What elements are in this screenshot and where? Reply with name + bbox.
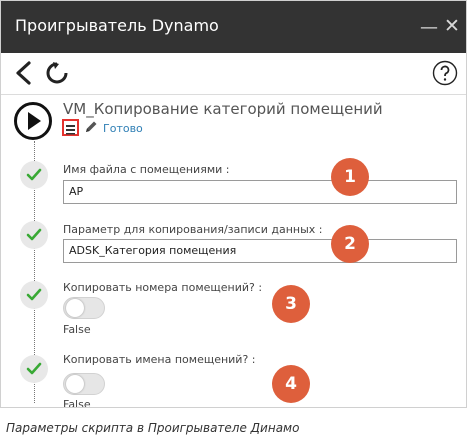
script-status: Готово [103, 122, 143, 135]
copy-room-numbers-toggle[interactable] [63, 297, 105, 319]
callout-badge: 4 [272, 365, 310, 403]
play-icon[interactable] [13, 101, 53, 145]
check-icon [20, 355, 48, 383]
back-chevron-icon[interactable] [12, 60, 36, 90]
window-title: Проигрыватель Dynamo [15, 16, 219, 35]
script-details-icon[interactable] [62, 119, 79, 136]
figure-caption: Параметры скрипта в Проигрывателе Динамо [6, 421, 300, 435]
parameter-name-input[interactable]: ADSK_Категория помещения [63, 239, 457, 263]
parameter-label: Копировать номера помещений? : [63, 281, 263, 294]
callout-badge: 3 [272, 285, 310, 323]
toolbar [1, 53, 466, 95]
callout-badge: 2 [331, 225, 369, 263]
toggle-value: False [63, 398, 91, 408]
parameter-label: Имя файла с помещениями : [63, 163, 230, 176]
check-icon [20, 161, 48, 189]
help-icon[interactable] [432, 60, 458, 90]
check-icon [20, 281, 48, 309]
callout-badge: 1 [331, 158, 369, 196]
toggle-value: False [63, 323, 91, 336]
copy-room-names-toggle[interactable] [63, 373, 105, 395]
file-name-input[interactable]: АР [63, 180, 457, 204]
pencil-icon[interactable] [83, 119, 99, 139]
toggle-knob [66, 299, 84, 317]
parameter-label: Копировать имена помещений? : [63, 353, 256, 366]
title-bar: Проигрыватель Dynamo — ✕ [1, 1, 466, 53]
toggle-knob [66, 375, 84, 393]
parameter-label: Параметр для копирования/записи данных : [63, 223, 323, 236]
script-title: VM_Копирование категорий помещений [63, 100, 383, 118]
minimize-button[interactable]: — [420, 19, 438, 37]
dynamo-player-window: Проигрыватель Dynamo — ✕ VM_Копирование … [0, 0, 467, 408]
refresh-icon[interactable] [44, 60, 70, 90]
close-button[interactable]: ✕ [444, 15, 460, 37]
check-icon [20, 221, 48, 249]
